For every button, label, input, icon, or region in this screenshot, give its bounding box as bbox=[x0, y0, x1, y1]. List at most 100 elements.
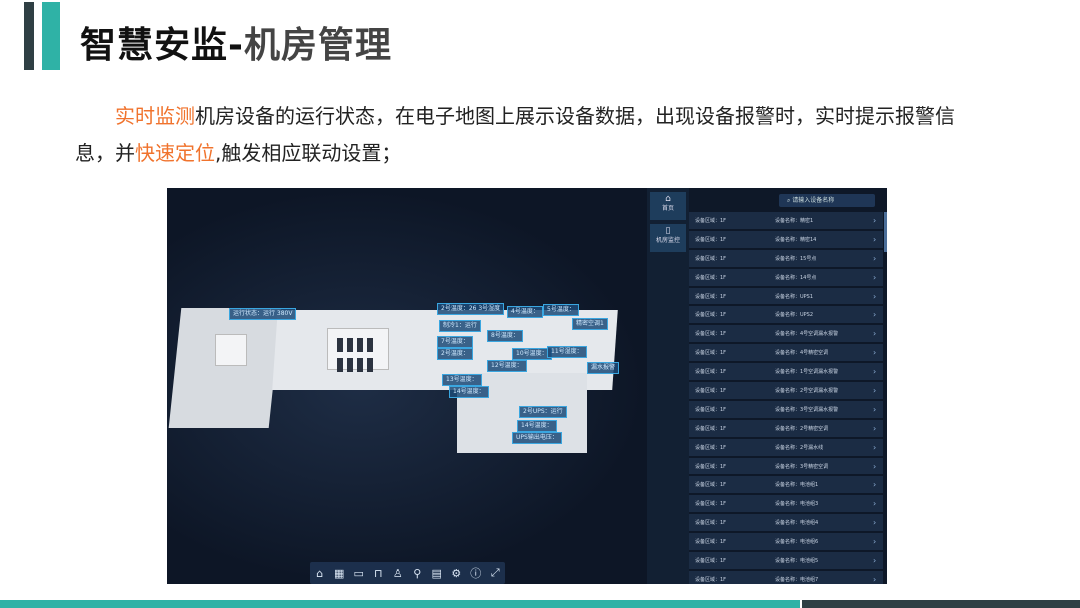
rack bbox=[367, 338, 373, 352]
device-list-row[interactable]: 设备区域：1F 设备名称：电池组1 › bbox=[689, 476, 883, 494]
device-list-row[interactable]: 设备区域：1F 设备名称：电池组7 › bbox=[689, 570, 883, 584]
sensor-tag[interactable]: 7号温度： bbox=[437, 336, 473, 348]
chevron-right-icon: › bbox=[873, 329, 877, 339]
monitor-icon: ▯ bbox=[665, 226, 671, 236]
sensor-tag[interactable]: 2号温度：26 3号湿度 bbox=[437, 303, 505, 315]
desc-highlight-1: 实时监测 bbox=[115, 104, 195, 128]
device-name: 设备名称：电池组6 bbox=[775, 539, 819, 546]
map-icon[interactable]: ▦ bbox=[332, 566, 346, 580]
device-search-input[interactable]: ⌕ 请输入设备名称 bbox=[779, 194, 875, 207]
sensor-tag[interactable]: 12号温度： bbox=[487, 360, 527, 372]
map-toolbar: ⌂ ▦ ▭ ⊓ ♙ ⚲ ▤ ⚙ ⓘ ⤢ bbox=[310, 562, 505, 584]
sensor-tag[interactable]: 4号温度： bbox=[507, 306, 543, 318]
info-icon[interactable]: ⓘ bbox=[469, 566, 483, 580]
chevron-right-icon: › bbox=[873, 215, 877, 225]
device-list-row[interactable]: 设备区域：1F 设备名称：UPS1 › bbox=[689, 287, 883, 305]
sensor-tag[interactable]: 制冷1：运行 bbox=[439, 320, 481, 332]
footer-dark-bar bbox=[802, 600, 1080, 608]
device-list-row[interactable]: 设备区域：1F 设备名称：14号点 › bbox=[689, 268, 883, 286]
person-icon[interactable]: ♙ bbox=[391, 566, 405, 580]
device-list-row[interactable]: 设备区域：1F 设备名称：2号空调漏水报警 › bbox=[689, 382, 883, 399]
sensor-tag[interactable]: 5号温度： bbox=[543, 304, 579, 316]
chevron-right-icon: › bbox=[873, 574, 877, 584]
tag-icon[interactable]: ⊓ bbox=[371, 566, 385, 580]
device-area: 设备区域：1F bbox=[695, 369, 727, 376]
footer-teal-bar bbox=[0, 600, 800, 608]
device-area: 设备区域：1F bbox=[695, 236, 727, 243]
device-list-row[interactable]: 设备区域：1F 设备名称：2号漏水线 › bbox=[689, 438, 883, 456]
sensor-tag[interactable]: 8号温度： bbox=[487, 330, 523, 342]
device-area: 设备区域：1F bbox=[695, 576, 727, 583]
device-name: 设备名称：电池组7 bbox=[775, 576, 819, 583]
device-list-row[interactable]: 设备区域：1F 设备名称：15号点 › bbox=[689, 249, 883, 267]
nav-monitor-button[interactable]: ▯ 机房监控 bbox=[650, 224, 686, 252]
device-list-row[interactable]: 设备区域：1F 设备名称：4号空调漏水报警 › bbox=[689, 325, 883, 343]
device-list-row[interactable]: 设备区域：1F 设备名称：电池组5 › bbox=[689, 552, 883, 569]
3d-map-view[interactable]: 运行状态：运行 380V 2号温度：26 3号湿度 4号温度： 5号温度： 制冷1：运行… bbox=[167, 188, 647, 584]
device-list-row[interactable]: 设备区域：1F 设备名称：4号精密空调 › bbox=[689, 344, 883, 362]
rack bbox=[367, 358, 373, 372]
device-area: 设备区域：1F bbox=[695, 482, 727, 489]
sensor-tag[interactable]: 10号温度： bbox=[512, 348, 552, 360]
device-list: 设备区域：1F 设备名称：精密1 › 设备区域：1F 设备名称：精密14 › 设备区域：1F… bbox=[689, 212, 883, 584]
grid-icon[interactable]: ▤ bbox=[430, 566, 444, 580]
building-west-wing bbox=[168, 308, 282, 428]
device-name: 设备名称：精密1 bbox=[775, 217, 814, 224]
room-block bbox=[215, 334, 247, 366]
device-list-row[interactable]: 设备区域：1F 设备名称：电池组6 › bbox=[689, 533, 883, 551]
device-list-row[interactable]: 设备区域：1F 设备名称：3号精密空调 › bbox=[689, 457, 883, 475]
chevron-right-icon: › bbox=[873, 272, 877, 282]
list-scrollbar[interactable] bbox=[884, 212, 887, 252]
sensor-tag[interactable]: 精密空调1 bbox=[572, 318, 608, 330]
device-list-row[interactable]: 设备区域：1F 设备名称：1号空调漏水报警 › bbox=[689, 363, 883, 381]
home-icon[interactable]: ⌂ bbox=[313, 566, 327, 580]
device-name: 设备名称：4号精密空调 bbox=[775, 350, 829, 357]
chevron-right-icon: › bbox=[873, 480, 877, 490]
rack bbox=[347, 338, 353, 352]
sensor-tag[interactable]: 14号温度： bbox=[449, 386, 489, 398]
chevron-right-icon: › bbox=[873, 234, 877, 244]
device-name: 设备名称：2号漏水线 bbox=[775, 444, 824, 451]
device-area: 设备区域：1F bbox=[695, 350, 727, 357]
gear-icon[interactable]: ⚙ bbox=[449, 566, 463, 580]
device-list-row[interactable]: 设备区域：1F 设备名称：3号空调漏水报警 › bbox=[689, 400, 883, 418]
chevron-right-icon: › bbox=[873, 385, 877, 395]
title-sep: - bbox=[228, 25, 244, 66]
device-list-row[interactable]: 设备区域：1F 设备名称：精密14 › bbox=[689, 230, 883, 248]
sensor-tag[interactable]: 运行状态：运行 380V bbox=[229, 308, 297, 320]
rack bbox=[337, 338, 343, 352]
title-sub: 机房管理 bbox=[243, 25, 392, 66]
chevron-right-icon: › bbox=[873, 442, 877, 452]
sensor-tag[interactable]: 2号UPS：运行 bbox=[519, 406, 567, 418]
sensor-tag[interactable]: 漏水报警 bbox=[587, 362, 620, 374]
device-area: 设备区域：1F bbox=[695, 463, 727, 470]
rack bbox=[347, 358, 353, 372]
sensor-tag[interactable]: 2号温度： bbox=[437, 348, 473, 360]
device-list-row[interactable]: 设备区域：1F 设备名称：2号精密空调 › bbox=[689, 419, 883, 437]
sensor-tag[interactable]: 13号温度： bbox=[442, 374, 482, 386]
title-main: 智慧安监 bbox=[80, 25, 229, 66]
device-list-row[interactable]: 设备区域：1F 设备名称：电池组3 › bbox=[689, 495, 883, 513]
sensor-tag[interactable]: 11号湿度： bbox=[547, 346, 587, 358]
device-list-row[interactable]: 设备区域：1F 设备名称：UPS2 › bbox=[689, 306, 883, 324]
device-list-row[interactable]: 设备区域：1F 设备名称：精密1 › bbox=[689, 212, 883, 229]
chevron-right-icon: › bbox=[873, 367, 877, 377]
chevron-right-icon: › bbox=[873, 291, 877, 301]
device-list-row[interactable]: 设备区域：1F 设备名称：电池组4 › bbox=[689, 514, 883, 532]
device-area: 设备区域：1F bbox=[695, 387, 727, 394]
app-screenshot: 运行状态：运行 380V 2号温度：26 3号湿度 4号温度： 5号温度： 制冷1：运行… bbox=[167, 188, 887, 584]
nav-home-button[interactable]: ⌂ 首页 bbox=[650, 192, 686, 220]
pin-icon[interactable]: ⚲ bbox=[410, 566, 424, 580]
chevron-right-icon: › bbox=[873, 310, 877, 320]
expand-icon[interactable]: ⤢ bbox=[488, 566, 502, 580]
ruler-icon[interactable]: ▭ bbox=[352, 566, 366, 580]
chevron-right-icon: › bbox=[873, 499, 877, 509]
device-name: 设备名称：3号精密空调 bbox=[775, 463, 829, 470]
sensor-tag[interactable]: UPS输出电压： bbox=[512, 432, 562, 444]
sensor-tag[interactable]: 14号温度： bbox=[517, 420, 557, 432]
chevron-right-icon: › bbox=[873, 461, 877, 471]
search-placeholder: 请输入设备名称 bbox=[792, 197, 835, 204]
device-area: 设备区域：1F bbox=[695, 501, 727, 508]
chevron-right-icon: › bbox=[873, 555, 877, 565]
chevron-right-icon: › bbox=[873, 404, 877, 414]
